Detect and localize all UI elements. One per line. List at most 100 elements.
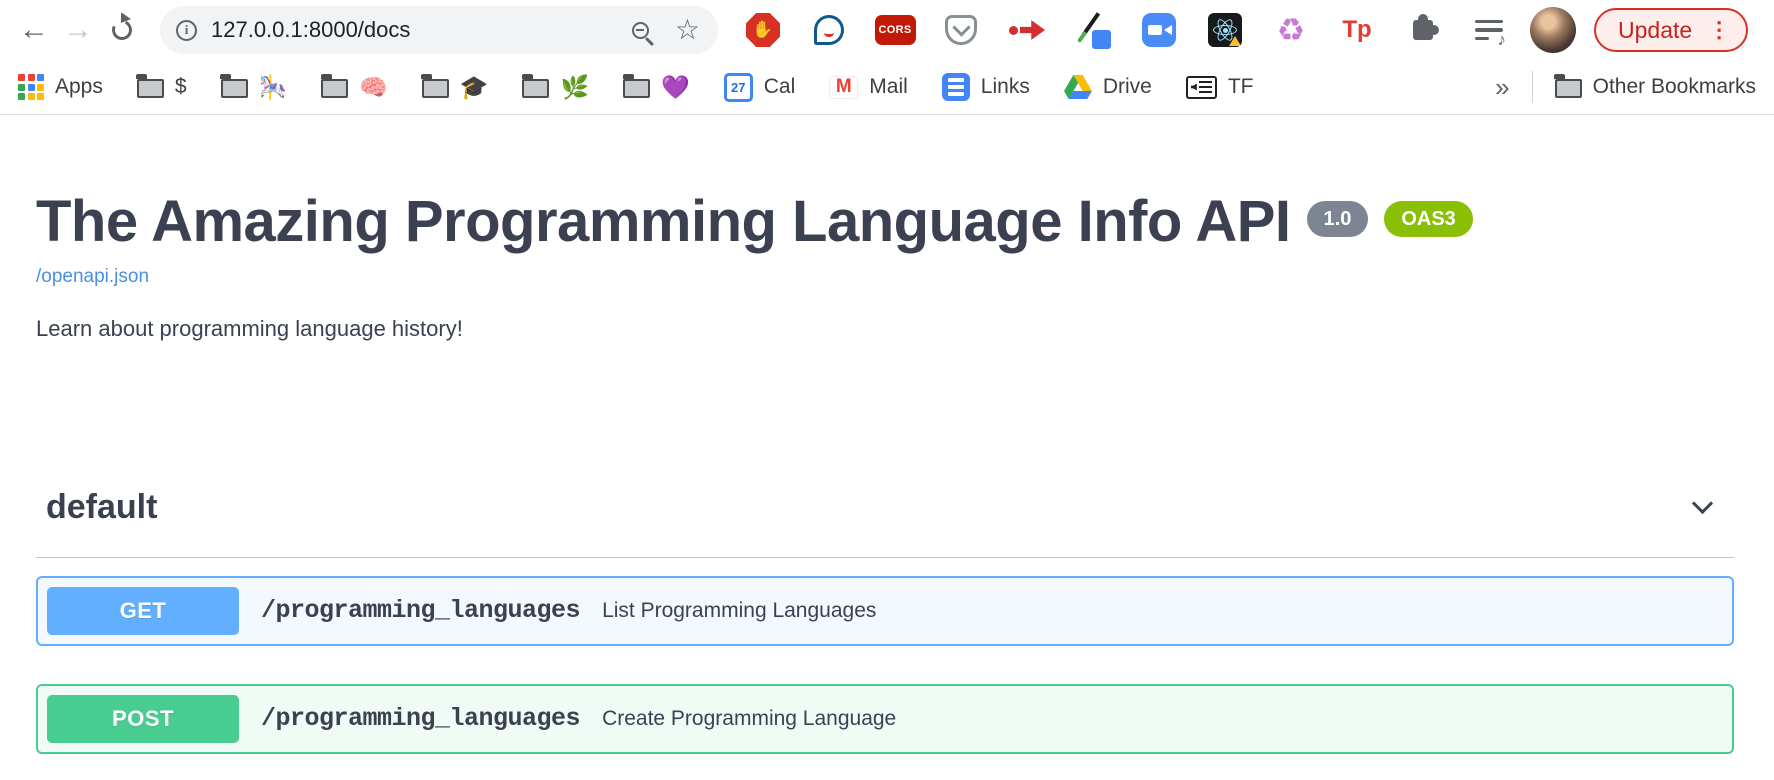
operation-path: /programming_languages <box>261 596 580 625</box>
bookmark-label: Other Bookmarks <box>1593 75 1756 99</box>
operation-get-programming-languages[interactable]: GET /programming_languages List Programm… <box>36 576 1734 646</box>
profile-avatar[interactable] <box>1530 7 1576 53</box>
update-button[interactable]: Update ⋮ <box>1594 8 1748 52</box>
drive-icon <box>1064 75 1092 100</box>
gmail-icon: M <box>829 76 858 99</box>
kebab-menu-icon: ⋮ <box>1708 17 1730 43</box>
bookmark-folder-brain[interactable]: 🧠 <box>321 76 388 99</box>
bookmark-links[interactable]: Links <box>942 73 1030 101</box>
bookmark-folder-dollar[interactable]: $ <box>137 75 187 99</box>
adblock-stop-hand-icon: ✋ <box>746 13 780 47</box>
chat-bubble-icon <box>814 15 844 45</box>
bookmark-label: Cal <box>764 75 796 99</box>
zoom-out-icon[interactable] <box>632 22 649 39</box>
swagger-ui-page: The Amazing Programming Language Info AP… <box>0 115 1774 754</box>
operation-summary: Create Programming Language <box>602 707 896 731</box>
warning-triangle-icon <box>1229 36 1241 46</box>
collapse-chevron-icon[interactable] <box>1692 493 1713 514</box>
reload-icon <box>109 17 135 43</box>
tag-section-header[interactable]: default <box>36 488 1734 558</box>
bookmark-label: $ <box>175 75 187 99</box>
playlist-extension-button[interactable]: ♪ <box>1470 8 1508 52</box>
zoom-meeting-extension-button[interactable] <box>1140 8 1178 52</box>
brain-emoji: 🧠 <box>359 76 388 99</box>
bookmark-star-icon[interactable]: ☆ <box>675 16 700 44</box>
page-info-icon[interactable]: i <box>176 20 197 41</box>
url-text[interactable]: 127.0.0.1:8000/docs <box>211 17 410 43</box>
react-atom-icon <box>1208 13 1242 47</box>
folder-icon <box>321 79 348 98</box>
api-description: Learn about programming language history… <box>36 316 1734 342</box>
http-method-badge: GET <box>47 587 239 635</box>
bookmark-folder-heart[interactable]: 💜 <box>623 76 690 99</box>
bookmarks-right-cluster: » Other Bookmarks <box>1495 71 1756 103</box>
folder-icon <box>221 79 248 98</box>
redirect-arrow-icon <box>1009 13 1045 47</box>
folder-icon <box>137 79 164 98</box>
bookmark-label: Links <box>981 75 1030 99</box>
tp-icon: Tp <box>1342 18 1371 42</box>
openapi-spec-link[interactable]: /openapi.json <box>36 266 149 288</box>
bookmark-mail[interactable]: M Mail <box>829 75 908 99</box>
bookmark-folder-carousel[interactable]: 🎠 <box>221 76 288 99</box>
bookmark-label: TF <box>1228 75 1254 99</box>
bookmark-label: Apps <box>55 75 103 99</box>
tag-section-default: default GET /programming_languages List … <box>36 488 1734 754</box>
eyedropper-icon <box>1075 11 1111 49</box>
bookmarks-overflow-chevron[interactable]: » <box>1495 74 1509 100</box>
bookmark-label: Mail <box>869 75 908 99</box>
colorpicker-extension-button[interactable] <box>1074 8 1112 52</box>
oas3-badge: OAS3 <box>1384 201 1472 237</box>
extensions-menu-button[interactable] <box>1404 8 1442 52</box>
pocket-extension-button[interactable] <box>942 8 980 52</box>
graduation-cap-emoji: 🎓 <box>460 76 489 99</box>
forward-icon: → <box>63 15 93 45</box>
pocket-icon <box>945 15 977 45</box>
playlist-music-icon: ♪ <box>1475 20 1503 41</box>
page-title: The Amazing Programming Language Info AP… <box>36 189 1291 256</box>
http-method-badge: POST <box>47 695 239 743</box>
version-badge: 1.0 <box>1307 201 1369 237</box>
cors-extension-button[interactable]: CORS <box>876 8 914 52</box>
bookmarks-divider <box>1532 71 1533 103</box>
address-bar[interactable]: i 127.0.0.1:8000/docs ☆ <box>160 6 718 54</box>
video-camera-icon <box>1142 13 1176 47</box>
bookmark-apps[interactable]: Apps <box>18 74 103 100</box>
api-info-header: The Amazing Programming Language Info AP… <box>36 189 1734 256</box>
adblock-extension-button[interactable]: ✋ <box>744 8 782 52</box>
recycle-icon: ♻ <box>1277 14 1306 46</box>
purple-heart-emoji: 💜 <box>661 76 690 99</box>
bookmark-tf[interactable]: TF <box>1186 75 1254 99</box>
herb-emoji: 🌿 <box>560 76 589 99</box>
folder-icon <box>623 79 650 98</box>
browser-toolbar: ← → i 127.0.0.1:8000/docs ☆ ✋ CORS <box>0 0 1774 60</box>
folder-icon <box>1555 79 1582 98</box>
operation-summary: List Programming Languages <box>602 599 876 623</box>
update-label: Update <box>1618 17 1692 44</box>
reload-button[interactable] <box>100 8 144 52</box>
bookmark-folder-herb[interactable]: 🌿 <box>522 76 589 99</box>
bookmark-folder-gradcap[interactable]: 🎓 <box>422 76 489 99</box>
bookmark-label: Drive <box>1103 75 1152 99</box>
cors-icon: CORS <box>875 15 916 45</box>
calendar-icon: 27 <box>724 73 753 102</box>
operation-path: /programming_languages <box>261 704 580 733</box>
chat-extension-button[interactable] <box>810 8 848 52</box>
folder-icon <box>522 79 549 98</box>
back-button[interactable]: ← <box>12 8 56 52</box>
back-icon: ← <box>19 15 49 45</box>
apps-grid-icon <box>18 74 44 100</box>
tag-name: default <box>46 488 157 527</box>
redirect-extension-button[interactable] <box>1008 8 1046 52</box>
tp-extension-button[interactable]: Tp <box>1338 8 1376 52</box>
react-devtools-extension-button[interactable] <box>1206 8 1244 52</box>
carousel-horse-emoji: 🎠 <box>259 76 288 99</box>
bookmark-calendar[interactable]: 27 Cal <box>724 73 796 102</box>
recycle-extension-button[interactable]: ♻ <box>1272 8 1310 52</box>
tf-card-icon <box>1186 76 1217 99</box>
operation-post-programming-languages[interactable]: POST /programming_languages Create Progr… <box>36 684 1734 754</box>
bookmark-drive[interactable]: Drive <box>1064 75 1152 100</box>
extensions-cluster: ✋ CORS ♻ Tp ♪ <box>744 8 1508 52</box>
forward-button[interactable]: → <box>56 8 100 52</box>
other-bookmarks[interactable]: Other Bookmarks <box>1555 75 1756 99</box>
